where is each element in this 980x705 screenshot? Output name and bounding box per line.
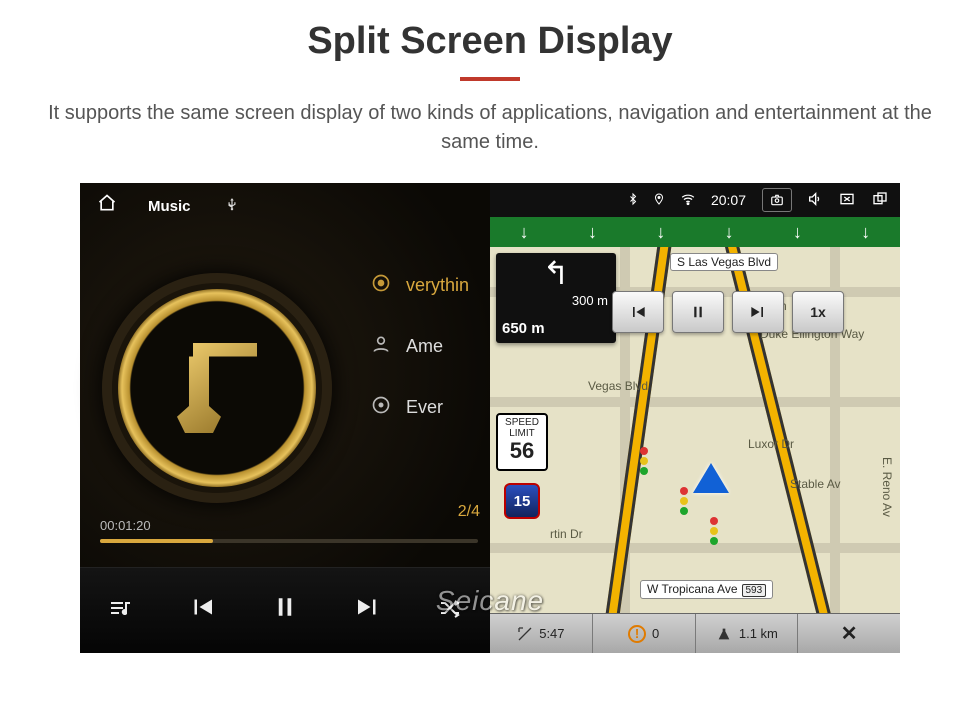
track-list: verythin Ame Ever <box>370 273 484 456</box>
eta-time[interactable]: 5:47 <box>490 614 593 653</box>
next-track-button[interactable] <box>353 592 383 630</box>
lane-arrow-icon: ↓ <box>725 222 734 243</box>
split-screen-device: Music verythin <box>80 183 900 653</box>
music-panel: Music verythin <box>80 183 490 653</box>
lane-arrow-icon: ↓ <box>520 222 529 243</box>
status-time: 20:07 <box>711 192 746 208</box>
artist-icon <box>370 334 392 359</box>
usb-icon[interactable] <box>225 195 239 217</box>
nav-bottom-bar: 5:47 ! 0 1.1 km ✕ <box>490 613 900 653</box>
street-label: Luxor Dr <box>748 437 794 451</box>
screenshot-button[interactable] <box>762 188 792 212</box>
lane-guidance-bar: ↓ ↓ ↓ ↓ ↓ ↓ <box>490 217 900 247</box>
turn-left-icon: ↰ <box>496 257 616 289</box>
wifi-icon <box>679 192 697 209</box>
map-speed-button[interactable]: 1x <box>792 291 844 333</box>
alert-icon: ! <box>628 625 646 643</box>
road-name-label: W Tropicana Ave593 <box>640 580 773 599</box>
lane-arrow-icon: ↓ <box>861 222 870 243</box>
speed-limit-sign: SPEED LIMIT 56 <box>496 413 548 471</box>
lane-arrow-icon: ↓ <box>656 222 665 243</box>
map-prev-button[interactable] <box>612 291 664 333</box>
eta-alert[interactable]: ! 0 <box>593 614 696 653</box>
location-icon <box>653 191 665 210</box>
road-exit-badge: 593 <box>742 584 767 597</box>
track-row[interactable]: Ever <box>370 395 484 420</box>
interstate-shield-icon: 15 <box>504 483 540 519</box>
bluetooth-icon <box>627 191 639 210</box>
progress-bar[interactable]: 00:01:20 <box>100 518 478 543</box>
status-bar: 20:07 <box>490 183 900 217</box>
disc-ring <box>102 273 332 503</box>
track-label: verythin <box>406 275 469 296</box>
watermark-text: Seicane <box>436 585 544 617</box>
turn-distance-total: 650 m <box>502 320 545 337</box>
street-label: E. Reno Av <box>880 457 894 517</box>
close-ad-button[interactable] <box>838 191 856 210</box>
music-note-icon <box>177 343 257 433</box>
home-icon[interactable] <box>96 193 118 219</box>
track-label: Ame <box>406 336 443 357</box>
close-nav-button[interactable]: ✕ <box>798 614 900 653</box>
track-label: Ever <box>406 397 443 418</box>
album-icon <box>370 395 392 420</box>
music-controls <box>80 567 490 653</box>
map-pause-button[interactable] <box>672 291 724 333</box>
map-next-button[interactable] <box>732 291 784 333</box>
prev-track-button[interactable] <box>187 592 217 630</box>
playlist-button[interactable] <box>106 596 134 626</box>
lane-arrow-icon: ↓ <box>793 222 802 243</box>
vehicle-marker-icon <box>693 463 729 493</box>
album-disc <box>102 273 332 503</box>
track-row-current[interactable]: verythin <box>370 273 484 298</box>
remaining-distance[interactable]: 1.1 km <box>696 614 799 653</box>
title-underline <box>460 77 520 81</box>
pause-button[interactable] <box>270 592 300 630</box>
map-playback-controls: 1x <box>586 291 870 333</box>
elapsed-time: 00:01:20 <box>100 518 151 533</box>
road-name-label: S Las Vegas Blvd <box>670 253 778 271</box>
page-title: Split Screen Display <box>0 0 980 63</box>
volume-button[interactable] <box>806 191 824 210</box>
now-playing-icon <box>370 273 392 298</box>
navigation-panel: 20:07 ↓ ↓ ↓ ↓ ↓ <box>490 183 900 653</box>
close-icon: ✕ <box>841 621 858 646</box>
street-label: Stable Av <box>790 477 840 491</box>
music-app-label: Music <box>148 198 191 215</box>
street-label: rtin Dr <box>550 527 583 541</box>
street-label: Vegas Blvd <box>588 379 648 393</box>
music-topbar: Music <box>80 183 490 229</box>
lane-arrow-icon: ↓ <box>588 222 597 243</box>
page-description: It supports the same screen display of t… <box>0 99 980 183</box>
multitask-button[interactable] <box>870 191 890 210</box>
track-row[interactable]: Ame <box>370 334 484 359</box>
